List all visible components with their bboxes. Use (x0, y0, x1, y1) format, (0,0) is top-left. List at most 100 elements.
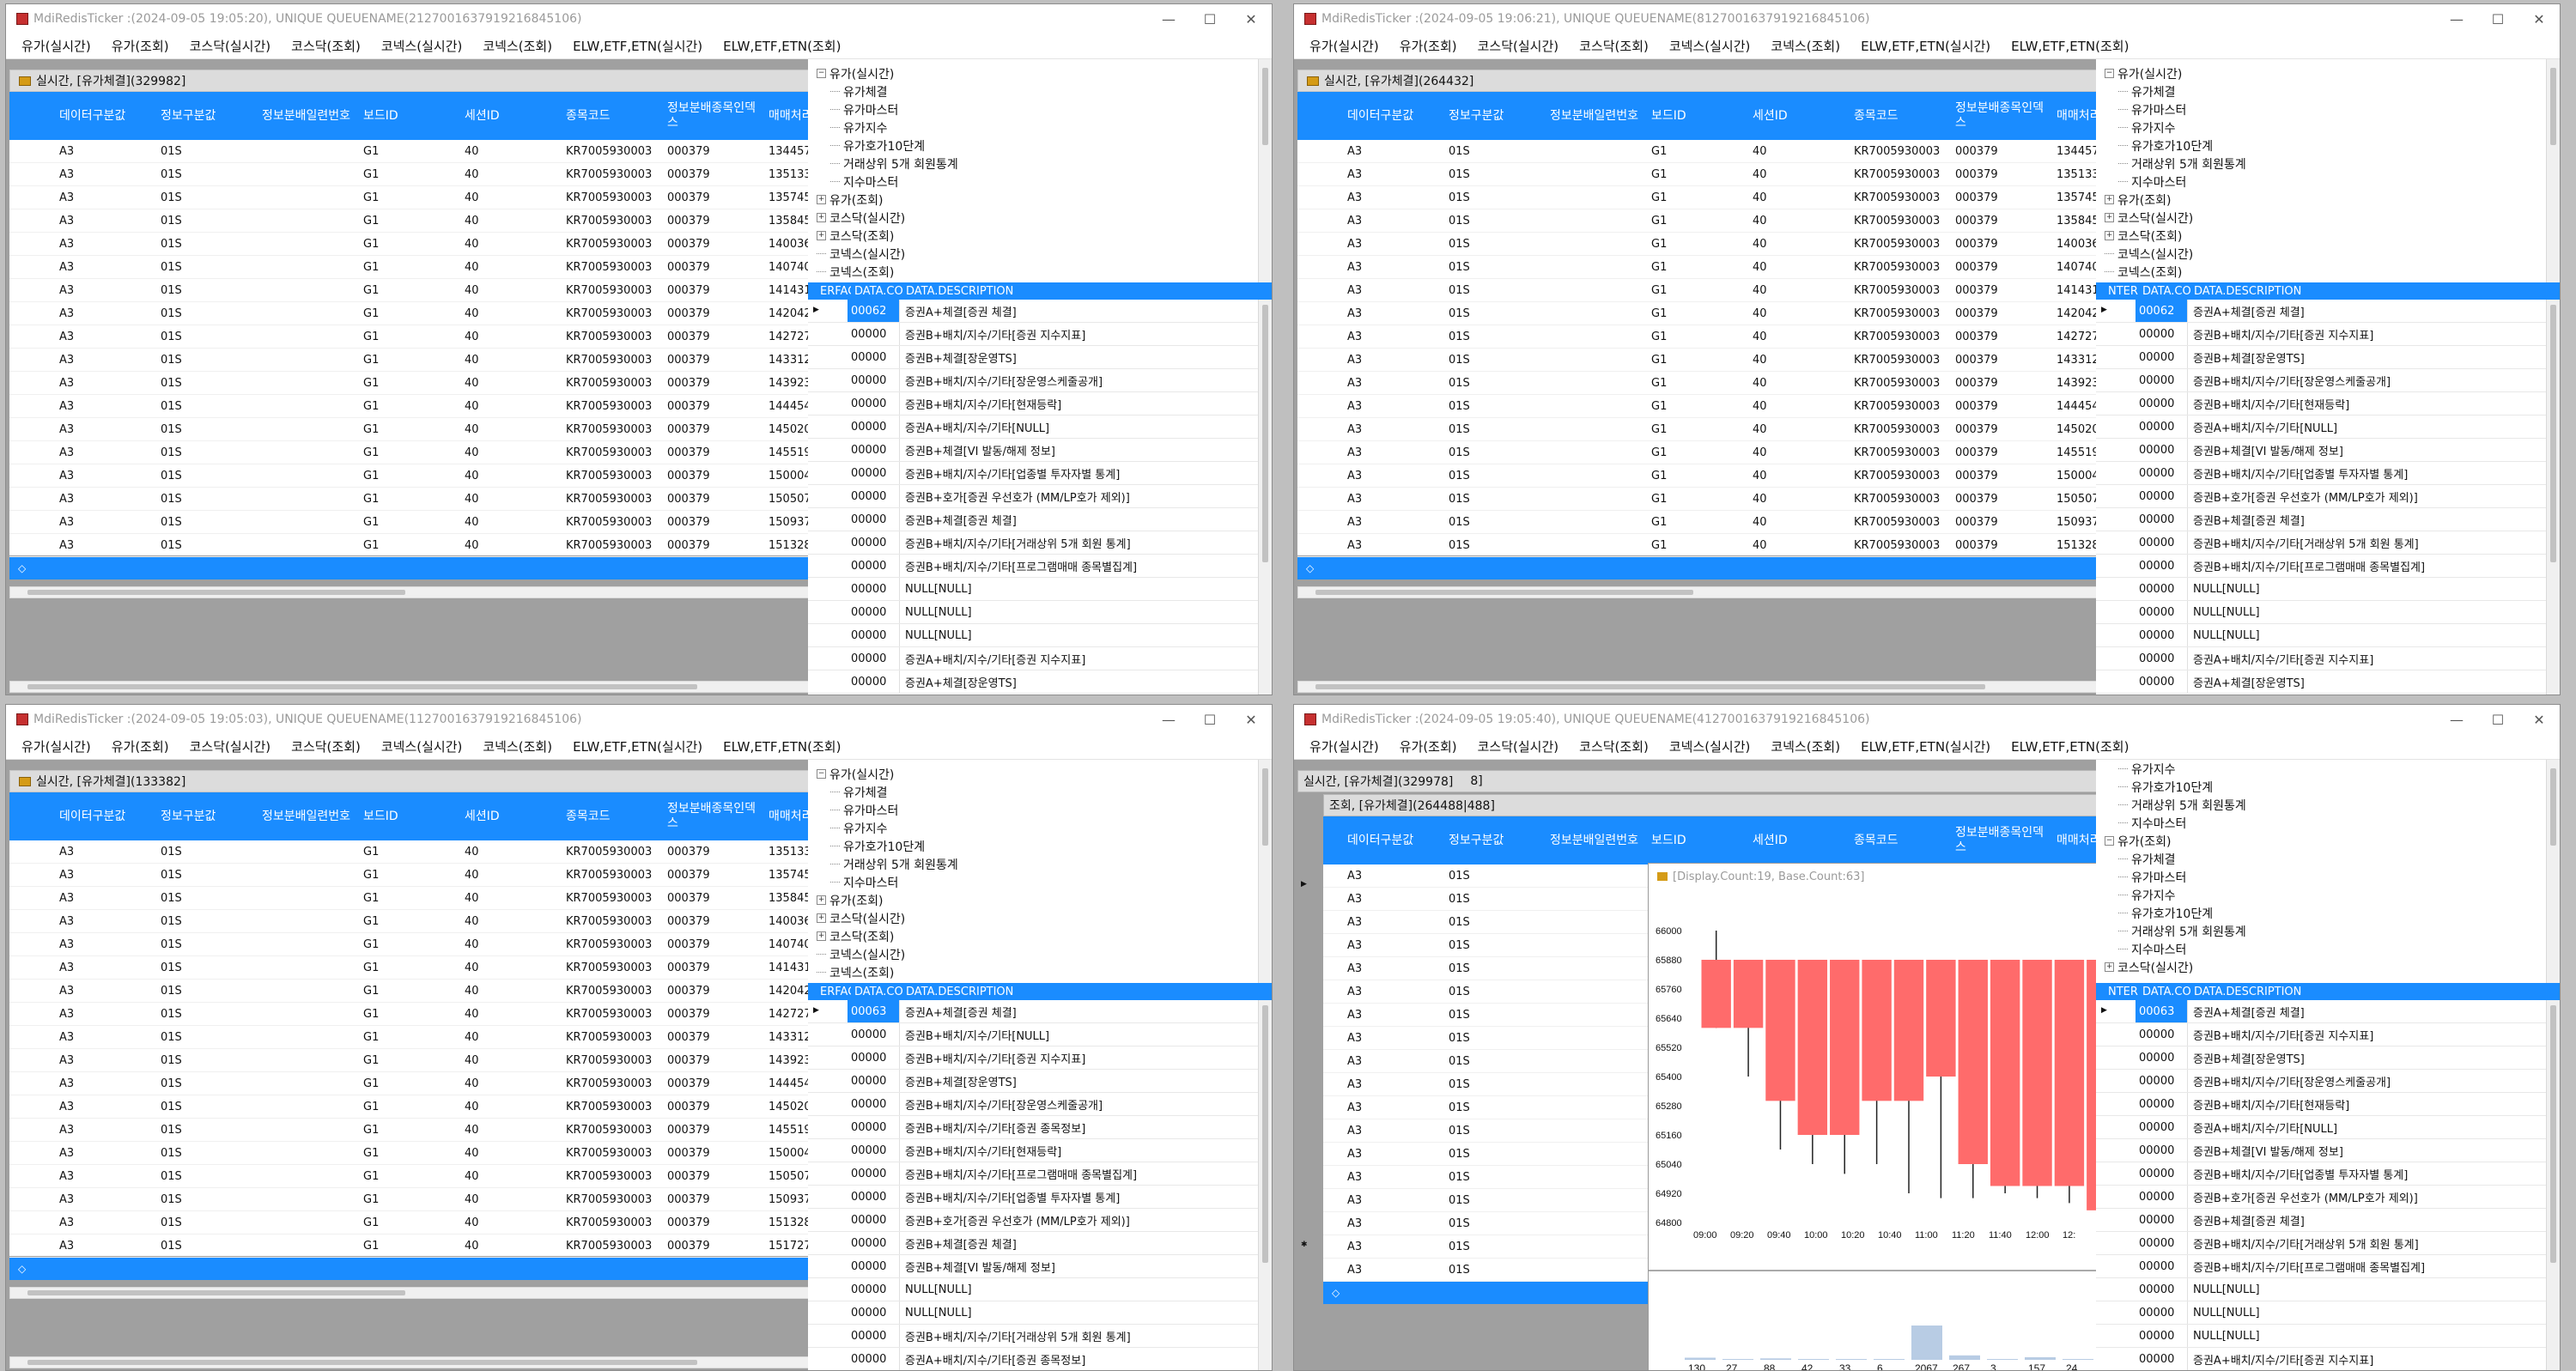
column-header[interactable]: 정보분배일련번호 (255, 792, 356, 840)
minimize-button[interactable]: — (1148, 705, 1189, 734)
description-cell[interactable]: NULL[NULL] (899, 601, 1272, 623)
menu-item[interactable]: 코넥스(조회) (472, 37, 562, 55)
description-cell[interactable]: 증권B+배치/지수/기타[NULL] (899, 1023, 1272, 1046)
data-code-cell[interactable]: 00000 (2136, 462, 2187, 484)
data-code-cell[interactable]: 00000 (2136, 1232, 2187, 1254)
interface-row[interactable]: 00000 NULL[NULL] (808, 601, 1272, 624)
table-cell[interactable]: A3 (52, 470, 154, 482)
table-cell[interactable]: 000379 (1948, 400, 2050, 413)
tree-vscrollbar[interactable] (2546, 760, 2560, 983)
table-cell[interactable]: 40 (1746, 261, 1847, 274)
table-cell[interactable]: A3 (1340, 916, 1442, 929)
table-cell[interactable]: A3 (1340, 1171, 1442, 1184)
description-cell[interactable]: 증권B+호가[증권 우선호가 (MM/LP호가 제외)] (899, 1209, 1272, 1231)
menu-item[interactable]: 코넥스(실시간) (371, 37, 473, 55)
table-cell[interactable]: KR7005930003 (559, 1124, 660, 1137)
interface-row[interactable]: 00000 증권B+배치/지수/기타[현재등락] (808, 1139, 1272, 1162)
interface-row[interactable]: 00000 증권A+배치/지수/기타[증권 지수지표] (2096, 1348, 2560, 1370)
collapse-icon[interactable]: − (2105, 836, 2114, 846)
new-row[interactable]: ◇ (9, 557, 829, 579)
table-cell[interactable]: G1 (356, 869, 458, 882)
column-header[interactable]: 보드ID (1644, 92, 1746, 140)
data-code-cell[interactable]: 00000 (848, 416, 899, 438)
table-cell[interactable]: 01S (154, 354, 255, 367)
table-row[interactable]: A301SG140KR7005930003000379151328289394 (1297, 534, 2117, 557)
table-cell[interactable]: 000379 (660, 1031, 762, 1044)
table-cell[interactable]: A3 (1340, 1264, 1442, 1277)
table-cell[interactable]: A3 (1340, 1055, 1442, 1068)
table-cell[interactable]: 01S (154, 423, 255, 436)
tree-node-child[interactable]: 유가호가10단계 (2105, 136, 2560, 155)
description-cell[interactable]: 증권B+배치/지수/기타[거래상위 5개 회원 통계] (899, 531, 1272, 554)
collapse-icon[interactable]: − (817, 69, 826, 78)
column-header[interactable]: 세션ID (458, 792, 559, 840)
table-cell[interactable]: A3 (1340, 238, 1442, 251)
tree-node-root[interactable]: + 코스닥(실시간) (2105, 958, 2560, 976)
description-cell[interactable]: 증권B+배치/지수/기타[현재등락] (2187, 1093, 2560, 1115)
table-cell[interactable]: 000379 (660, 985, 762, 998)
menu-item[interactable]: 코스닥(실시간) (1467, 37, 1570, 55)
table-row[interactable]: A301SG140KR7005930003000379151328289394 (9, 1211, 829, 1235)
table-row[interactable]: A301SG140KR7005930003000379142042383306 (9, 302, 829, 325)
table-row[interactable]: A301SG140KR7005930003000379135745999263 (9, 864, 829, 887)
tree-node-child[interactable]: 지수마스터 (817, 873, 1272, 891)
table-cell[interactable]: 000379 (660, 1240, 762, 1253)
table-cell[interactable]: G1 (356, 446, 458, 459)
interface-row[interactable]: 00000 증권B+배치/지수/기타[거래상위 5개 회원 통계] (808, 531, 1272, 555)
menu-item[interactable]: 코스닥(실시간) (179, 737, 282, 755)
table-cell[interactable]: KR7005930003 (559, 892, 660, 905)
table-cell[interactable]: 40 (1746, 400, 1847, 413)
table-cell[interactable]: G1 (356, 1193, 458, 1206)
table-cell[interactable]: A3 (52, 331, 154, 343)
table-cell[interactable]: 01S (154, 1054, 255, 1067)
table-cell[interactable]: KR7005930003 (559, 307, 660, 320)
table-cell[interactable]: A3 (52, 846, 154, 858)
description-cell[interactable]: 증권A+배치/지수/기타[NULL] (2187, 1116, 2560, 1138)
description-cell[interactable]: 증권B+체결[VI 발동/해제 정보] (2187, 439, 2560, 461)
interface-row[interactable]: 00000 증권B+체결[장운영TS] (808, 1070, 1272, 1093)
table-cell[interactable]: 40 (458, 446, 559, 459)
menu-item[interactable]: ELW,ETF,ETN(실시간) (1850, 37, 2001, 55)
data-code-cell[interactable]: 00000 (2136, 647, 2187, 670)
panel-hscrollbar-thumb[interactable] (27, 684, 697, 689)
tree-vscrollbar-thumb[interactable] (2550, 68, 2556, 145)
table-cell[interactable]: 01S (154, 1240, 255, 1253)
table-cell[interactable]: 01S (1442, 916, 1543, 929)
table-cell[interactable]: KR7005930003 (1847, 516, 1948, 529)
description-cell[interactable]: 증권A+체결[장운영TS] (899, 670, 1272, 693)
table-cell[interactable]: 01S (154, 1170, 255, 1183)
table-cell[interactable]: A3 (52, 446, 154, 459)
tree-node-root[interactable]: 코넥스(실시간) (2105, 245, 2560, 263)
description-cell[interactable]: NULL[NULL] (2187, 1301, 2560, 1324)
table-cell[interactable]: G1 (356, 470, 458, 482)
table-cell[interactable]: 40 (1746, 470, 1847, 482)
table-cell[interactable]: A3 (52, 261, 154, 274)
table-cell[interactable]: KR7005930003 (1847, 284, 1948, 297)
table-cell[interactable]: KR7005930003 (1847, 493, 1948, 506)
expand-icon[interactable]: + (817, 895, 826, 905)
table-cell[interactable]: 40 (458, 284, 559, 297)
table-row[interactable]: A301SG140KR7005930003000379135133696404 (1297, 163, 2117, 186)
table-cell[interactable]: A3 (1340, 1148, 1442, 1161)
data-code-cell[interactable]: 00063 (848, 1000, 899, 1022)
interface-row[interactable]: 00000 증권B+배치/지수/기타[거래상위 5개 회원 통계] (808, 1325, 1272, 1348)
tree-node-child[interactable]: 지수마스터 (817, 173, 1272, 191)
table-cell[interactable]: KR7005930003 (559, 1240, 660, 1253)
table-row[interactable]: A301SG140KR7005930003000379142727034213 (9, 325, 829, 349)
description-cell[interactable]: NULL[NULL] (2187, 1325, 2560, 1347)
description-col-header[interactable]: DATA.DESCRIPTION (2190, 282, 2560, 300)
grid-hscrollbar[interactable] (9, 1287, 829, 1299)
menu-item[interactable]: 코넥스(실시간) (371, 737, 473, 755)
panel-hscrollbar[interactable] (1297, 681, 2117, 693)
interface-vscrollbar-thumb[interactable] (2550, 1005, 2556, 1263)
table-cell[interactable]: G1 (1644, 400, 1746, 413)
description-cell[interactable]: 증권B+배치/지수/기타[현재등락] (899, 1139, 1272, 1162)
table-cell[interactable]: 000379 (1948, 354, 2050, 367)
table-cell[interactable]: KR7005930003 (559, 284, 660, 297)
data-code-cell[interactable]: 00000 (2136, 624, 2187, 646)
new-row[interactable]: ◇ (9, 1258, 829, 1280)
table-cell[interactable]: G1 (356, 1008, 458, 1021)
table-cell[interactable]: G1 (356, 915, 458, 928)
tree-node-child[interactable]: 유가체결 (817, 82, 1272, 100)
tree-node-child[interactable]: 유가지수 (817, 819, 1272, 837)
